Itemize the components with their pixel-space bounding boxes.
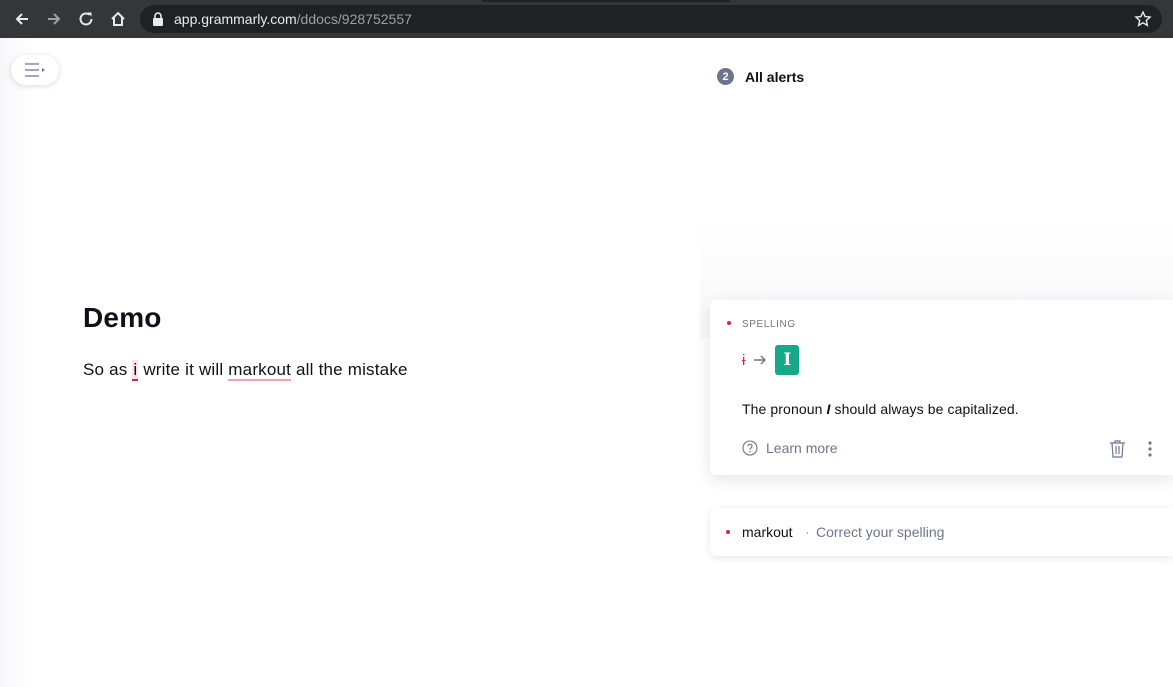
text-segment: So as [83,360,133,379]
back-arrow-icon [15,13,28,25]
alert-hint: Correct your spelling [816,524,945,540]
alert-dot [727,321,731,325]
trash-icon[interactable] [1109,439,1126,458]
more-options-icon[interactable] [1147,440,1153,458]
forward-arrow-icon [48,13,61,25]
back-button[interactable] [11,8,33,30]
home-icon [111,11,125,26]
address-bar[interactable]: app.grammarly.com/ddocs/928752557 [140,5,1162,33]
alert-word: markout [742,524,793,540]
alerts-header: 2 All alerts [717,68,804,85]
suggestion-row: i I [742,345,800,375]
alert-category: SPELLING [742,319,796,330]
url-text: app.grammarly.com/ddocs/928752557 [174,11,412,27]
desc-text: The pronoun [742,401,827,417]
alert-description: The pronoun I should always be capitaliz… [742,401,1019,417]
learn-more-label: Learn more [766,440,838,456]
desc-text: should always be capitalized. [830,401,1019,417]
lock-icon [153,12,163,26]
hamburger-menu-icon [25,63,45,77]
question-circle-icon [742,440,758,456]
home-button[interactable] [107,8,129,30]
forward-button[interactable] [43,8,65,30]
text-segment: write it will [138,360,229,379]
alerts-title: All alerts [745,68,805,85]
reload-icon [79,12,93,26]
arrow-right-icon [754,355,767,365]
editor-app: Demo So as i write it will markout all t… [0,38,1173,687]
alert-dot [726,530,730,534]
browser-toolbar: app.grammarly.com/ddocs/928752557 [0,0,1173,38]
menu-button[interactable] [11,55,59,85]
text-segment: all the mistake [291,360,408,379]
alerts-count-badge: 2 [717,68,734,85]
error-highlight-markout[interactable]: markout [228,360,292,381]
alert-card-markout[interactable]: markout · Correct your spelling [710,508,1173,556]
learn-more-link[interactable]: Learn more [742,440,838,456]
accept-suggestion-button[interactable]: I [775,345,800,375]
bookmark-star-icon[interactable] [1134,10,1152,28]
url-path: /ddocs/928752557 [296,11,412,27]
reload-button[interactable] [75,8,97,30]
alert-separator: · [805,524,810,540]
alert-card-spelling[interactable]: SPELLING i I The pronoun I should always… [710,300,1173,475]
url-host: app.grammarly.com [174,11,297,27]
left-shade [0,38,34,687]
original-word: i [742,351,746,369]
document-title[interactable]: Demo [83,302,162,334]
document-body[interactable]: So as i write it will markout all the mi… [83,360,408,381]
active-tab-edge [482,0,730,2]
